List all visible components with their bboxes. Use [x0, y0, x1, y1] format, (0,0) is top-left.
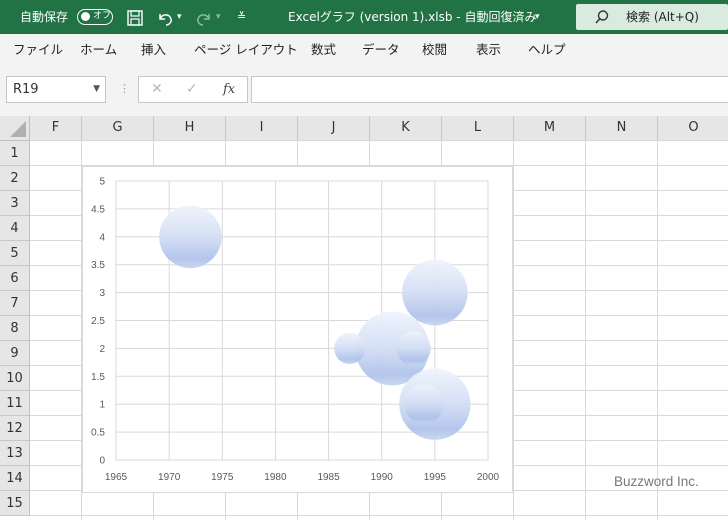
tab-page-layout[interactable]: ページ レイアウト [194, 34, 298, 66]
check-icon[interactable]: ✓ [186, 77, 198, 102]
row-header[interactable]: 11 [0, 391, 30, 416]
row-header[interactable]: 13 [0, 441, 30, 466]
column-header[interactable]: N [586, 116, 658, 141]
chart-area[interactable]: 1965 1970 1975 1980 1985 1990 1995 2000 0 0.5 1 1.… [82, 166, 513, 493]
x-tick-label: 1970 [158, 472, 181, 483]
tab-file[interactable]: ファイル [13, 34, 63, 66]
tab-help[interactable]: ヘルプ [528, 34, 566, 66]
x-tick-label: 1975 [211, 472, 234, 483]
autosave-label: 自動保存 [20, 10, 69, 24]
row-header[interactable]: 4 [0, 216, 30, 241]
row-header[interactable]: 12 [0, 416, 30, 441]
formula-bar: R19 ▼ ⋮ ✕ ✓ fx [0, 66, 728, 116]
name-box-dropdown-icon[interactable]: ▼ [93, 77, 100, 102]
tab-review[interactable]: 校閲 [422, 34, 447, 66]
column-header[interactable]: G [82, 116, 154, 141]
row-header[interactable]: 14 [0, 466, 30, 491]
ribbon-tabs: ファイル ホーム 挿入 ページ レイアウト 数式 データ 校閲 表示 ヘルプ [0, 34, 728, 67]
autosave-state: オフ [93, 11, 112, 21]
column-header[interactable]: I [226, 116, 298, 141]
row-header[interactable]: 15 [0, 491, 30, 516]
column-header[interactable]: M [514, 116, 586, 141]
insert-function-icon[interactable]: fx [223, 77, 235, 102]
select-all-corner[interactable] [0, 116, 30, 141]
row-header[interactable]: 2 [0, 166, 30, 191]
file-title: Excelグラフ (version 1).xlsb - 自動回復済み [288, 10, 537, 24]
y-tick-label: 2 [99, 344, 105, 355]
title-bar: 自動保存 オフ ▾ ▾ ≚ Excelグラフ (version 1).xlsb … [0, 0, 728, 34]
bubble-point[interactable] [402, 259, 468, 326]
formula-input[interactable] [251, 76, 728, 103]
y-tick-label: 1 [99, 400, 105, 411]
y-tick-label: 0.5 [91, 428, 105, 439]
row-header[interactable]: 10 [0, 366, 30, 391]
y-tick-label: 4.5 [91, 204, 105, 215]
search-label: 検索 (Alt+Q) [626, 10, 699, 24]
y-tick-label: 3.5 [91, 260, 105, 271]
x-tick-label: 1985 [317, 472, 340, 483]
bubble-point[interactable] [334, 332, 366, 365]
autosave-toggle[interactable]: オフ [77, 9, 113, 25]
formula-buttons: ✕ ✓ fx [138, 76, 248, 103]
watermark: Buzzword Inc. [614, 474, 699, 489]
row-header[interactable]: 8 [0, 316, 30, 341]
search-box[interactable]: 検索 (Alt+Q) [576, 4, 728, 30]
column-header[interactable]: H [154, 116, 226, 141]
tab-view[interactable]: 表示 [476, 34, 501, 66]
x-tick-label: 1965 [105, 472, 128, 483]
column-header[interactable]: O [658, 116, 728, 141]
x-tick-label: 2000 [477, 472, 500, 483]
row-header[interactable]: 5 [0, 241, 30, 266]
column-header[interactable]: J [298, 116, 370, 141]
column-header[interactable]: L [442, 116, 514, 141]
redo-icon[interactable] [194, 0, 214, 34]
x-tick-label: 1995 [424, 472, 447, 483]
toggle-knob [81, 12, 90, 21]
bubble-point[interactable] [404, 384, 445, 424]
row-header[interactable]: 1 [0, 141, 30, 166]
y-tick-label: 4 [99, 232, 105, 243]
y-tick-label: 2.5 [91, 316, 105, 327]
name-box[interactable]: R19 ▼ [6, 76, 106, 103]
row-header[interactable]: 6 [0, 266, 30, 291]
tab-insert[interactable]: 挿入 [141, 34, 166, 66]
worksheet: FGHIJKLMNO 1 2 3 4 5 6 7 8 9 10 11 12 13 14 15 196 [0, 116, 728, 520]
y-tick-label: 1.5 [91, 372, 105, 383]
cancel-icon[interactable]: ✕ [151, 77, 163, 102]
y-tick-label: 0 [99, 456, 105, 467]
column-header[interactable]: K [370, 116, 442, 141]
bubble-point[interactable] [159, 205, 222, 269]
row-header[interactable]: 7 [0, 291, 30, 316]
customize-toolbar-icon[interactable]: ≚ [237, 0, 246, 34]
save-icon[interactable] [126, 0, 144, 34]
formula-bar-grip-icon[interactable]: ⋮ [119, 82, 130, 95]
undo-dropdown-icon[interactable]: ▾ [177, 0, 182, 34]
name-box-value: R19 [13, 82, 39, 97]
bubble-point[interactable] [396, 331, 431, 366]
y-tick-label: 3 [99, 288, 105, 299]
row-header[interactable]: 9 [0, 341, 30, 366]
undo-icon[interactable] [155, 0, 175, 34]
tab-formulas[interactable]: 数式 [311, 34, 336, 66]
tab-data[interactable]: データ [362, 34, 400, 66]
x-tick-label: 1990 [371, 472, 394, 483]
tab-home[interactable]: ホーム [80, 34, 117, 66]
search-icon [594, 9, 610, 29]
title-dropdown-icon[interactable]: ▾ [535, 0, 540, 34]
y-tick-label: 5 [99, 177, 105, 188]
bubble-chart: 1965 1970 1975 1980 1985 1990 1995 2000 0 0.5 1 1.… [91, 177, 500, 484]
x-tick-label: 1980 [264, 472, 287, 483]
redo-dropdown-icon[interactable]: ▾ [216, 0, 221, 34]
column-header[interactable]: F [30, 116, 82, 141]
row-header[interactable]: 3 [0, 191, 30, 216]
